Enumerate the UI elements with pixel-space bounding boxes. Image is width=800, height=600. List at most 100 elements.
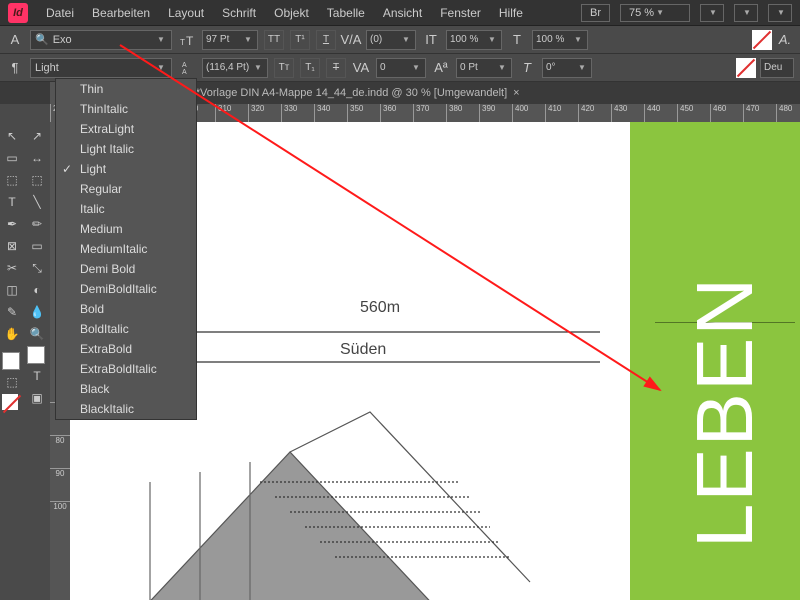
font-style-option[interactable]: BlackItalic — [56, 399, 196, 419]
font-style-option[interactable]: MediumItalic — [56, 239, 196, 259]
svg-text:T: T — [180, 38, 185, 47]
superscript-button[interactable]: T¹ — [290, 30, 310, 50]
scissors-tool[interactable]: ✂ — [2, 258, 22, 278]
tracking-input[interactable]: 0▼ — [376, 58, 426, 78]
kerning-icon: V/A — [342, 31, 360, 49]
font-style-option[interactable]: Light Italic — [56, 139, 196, 159]
font-style-dropdown[interactable]: ThinThinItalicExtraLightLight ItalicLigh… — [55, 78, 197, 420]
content-placer-tool[interactable]: ⬚ — [27, 170, 47, 190]
stroke-swatch[interactable] — [736, 58, 756, 78]
direct-selection-tool[interactable]: ↗ — [27, 126, 47, 146]
font-style-option[interactable]: Light — [56, 159, 196, 179]
tracking-icon: VA — [352, 59, 370, 77]
font-style-option[interactable]: Black — [56, 379, 196, 399]
vertical-headline: LEBEN — [679, 276, 771, 548]
baseline-icon: Aª — [432, 59, 450, 77]
gradient-feather-tool[interactable]: ◐ — [27, 280, 47, 300]
zoom-tool[interactable]: 🔍 — [27, 324, 47, 344]
font-style-option[interactable]: Thin — [56, 79, 196, 99]
hscale-input[interactable]: 100 %▼ — [532, 30, 588, 50]
gap-tool[interactable]: ↔ — [27, 148, 47, 168]
default-colors-icon[interactable]: ⬚ — [2, 372, 22, 392]
gradient-tool[interactable]: ◫ — [2, 280, 22, 300]
svg-text:560m: 560m — [360, 299, 400, 316]
menu-fenster[interactable]: Fenster — [440, 6, 481, 20]
view-options-icon[interactable]: ▼ — [700, 4, 724, 22]
menu-ansicht[interactable]: Ansicht — [383, 6, 422, 20]
skew-icon: T — [518, 59, 536, 77]
menu-layout[interactable]: Layout — [168, 6, 204, 20]
font-style-input[interactable]: Light ▼ — [30, 58, 172, 78]
charstyle-icon[interactable]: A. — [776, 31, 794, 49]
paragraph-mode-icon[interactable]: ¶ — [6, 59, 24, 77]
zoom-level[interactable]: 75 %▼ — [620, 4, 690, 22]
bridge-button[interactable]: Br — [581, 4, 610, 22]
smallcaps-button[interactable]: Tᴛ — [274, 58, 294, 78]
allcaps-button[interactable]: TT — [264, 30, 284, 50]
menu-hilfe[interactable]: Hilfe — [499, 6, 523, 20]
free-transform-tool[interactable]: ⤡ — [27, 258, 47, 278]
menu-tabelle[interactable]: Tabelle — [327, 6, 365, 20]
note-tool[interactable]: ✎ — [2, 302, 22, 322]
underline-button[interactable]: T — [316, 30, 336, 50]
font-style-option[interactable]: ThinItalic — [56, 99, 196, 119]
font-style-option[interactable]: Regular — [56, 179, 196, 199]
pen-tool[interactable]: ✒ — [2, 214, 22, 234]
font-size-input[interactable]: 97 Pt▼ — [202, 30, 258, 50]
kerning-input[interactable]: (0)▼ — [366, 30, 416, 50]
formatting-text-icon[interactable]: T — [27, 366, 47, 386]
language-input[interactable]: Deu — [760, 58, 794, 78]
tab-inactive[interactable]: *Vorlage DIN A4-Mappe 14_44_de.indd @ 30… — [186, 82, 530, 104]
eyedropper-tool[interactable]: 💧 — [27, 302, 47, 322]
view-mode-icon[interactable]: ▣ — [27, 388, 47, 408]
svg-text:A: A — [182, 62, 187, 69]
arrange-icon[interactable]: ▼ — [768, 4, 792, 22]
hscale-icon: T — [508, 31, 526, 49]
stroke-color-swatch[interactable] — [27, 346, 45, 364]
leading-input[interactable]: (116,4 Pt)▼ — [202, 58, 268, 78]
rectangle-frame-tool[interactable]: ⊠ — [2, 236, 22, 256]
leading-icon: AA — [178, 59, 196, 77]
font-style-option[interactable]: ExtraBoldItalic — [56, 359, 196, 379]
skew-input[interactable]: 0°▼ — [542, 58, 592, 78]
baseline-input[interactable]: 0 Pt▼ — [456, 58, 512, 78]
rectangle-tool[interactable]: ▭ — [27, 236, 47, 256]
menu-objekt[interactable]: Objekt — [274, 6, 309, 20]
apply-none-icon[interactable] — [2, 394, 18, 410]
font-style-option[interactable]: ExtraBold — [56, 339, 196, 359]
close-icon[interactable]: × — [513, 87, 519, 99]
font-style-option[interactable]: BoldItalic — [56, 319, 196, 339]
menu-bearbeiten[interactable]: Bearbeiten — [92, 6, 150, 20]
green-sidebar: LEBEN — [630, 122, 800, 600]
selection-tool[interactable]: ↖ — [2, 126, 22, 146]
vscale-input[interactable]: 100 %▼ — [446, 30, 502, 50]
svg-text:T: T — [186, 34, 194, 47]
font-family-input[interactable]: 🔍Exo ▼ — [30, 30, 172, 50]
toolbox-left: ↖ ▭ ⬚ T ✒ ⊠ ✂ ◫ ✎ ✋ ⬚ — [0, 122, 25, 600]
fill-swatch[interactable] — [752, 30, 772, 50]
vscale-icon: IT — [422, 31, 440, 49]
character-mode-icon[interactable]: A — [6, 31, 24, 49]
fill-color-swatch[interactable] — [2, 352, 20, 370]
svg-text:A: A — [182, 69, 187, 75]
screen-mode-icon[interactable]: ▼ — [734, 4, 758, 22]
font-style-option[interactable]: ExtraLight — [56, 119, 196, 139]
font-style-option[interactable]: Medium — [56, 219, 196, 239]
strike-button[interactable]: T — [326, 58, 346, 78]
font-size-icon: TT — [178, 31, 196, 49]
font-style-option[interactable]: Bold — [56, 299, 196, 319]
app-icon: Id — [8, 3, 28, 23]
type-tool[interactable]: T — [2, 192, 22, 212]
menubar: Id Datei Bearbeiten Layout Schrift Objek… — [0, 0, 800, 26]
line-tool[interactable]: ╲ — [27, 192, 47, 212]
content-collector-tool[interactable]: ⬚ — [2, 170, 22, 190]
font-style-option[interactable]: Italic — [56, 199, 196, 219]
subscript-button[interactable]: T₁ — [300, 58, 320, 78]
pencil-tool[interactable]: ✏ — [27, 214, 47, 234]
menu-schrift[interactable]: Schrift — [222, 6, 256, 20]
menu-datei[interactable]: Datei — [46, 6, 74, 20]
font-style-option[interactable]: Demi Bold — [56, 259, 196, 279]
font-style-option[interactable]: DemiBoldItalic — [56, 279, 196, 299]
page-tool[interactable]: ▭ — [2, 148, 22, 168]
hand-tool[interactable]: ✋ — [2, 324, 22, 344]
